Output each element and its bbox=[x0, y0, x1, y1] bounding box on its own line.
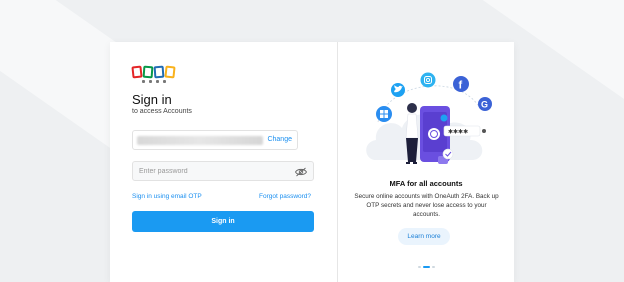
mfa-illustration: ✱✱✱✱ f G bbox=[366, 72, 492, 164]
email-field: Change bbox=[132, 130, 298, 150]
signin-panel: Sign in to access Accounts Change Sign i… bbox=[110, 42, 338, 282]
email-otp-link[interactable]: Sign in using email OTP bbox=[132, 193, 202, 200]
forgot-password-link[interactable]: Forgot password? bbox=[259, 193, 311, 200]
svg-text:✱✱✱✱: ✱✱✱✱ bbox=[448, 129, 468, 136]
redacted-email bbox=[137, 136, 263, 145]
fingerprint-icon bbox=[428, 128, 440, 140]
promo-description: Secure online accounts with OneAuth 2FA.… bbox=[354, 193, 499, 218]
sign-in-button[interactable]: Sign in bbox=[132, 211, 314, 232]
instagram-icon bbox=[420, 72, 436, 88]
carousel-dot[interactable] bbox=[432, 266, 435, 268]
carousel-dot-active[interactable] bbox=[423, 266, 430, 268]
learn-more-button[interactable]: Learn more bbox=[398, 228, 450, 245]
password-field-wrapper bbox=[132, 161, 314, 181]
promo-panel: ✱✱✱✱ f G MFA for all accounts Secure onl… bbox=[338, 42, 514, 282]
page-subtitle: to access Accounts bbox=[132, 108, 192, 115]
change-account-link[interactable]: Change bbox=[267, 136, 292, 143]
signin-card: Sign in to access Accounts Change Sign i… bbox=[110, 42, 514, 282]
logo-wordmark bbox=[142, 80, 166, 84]
twitter-icon bbox=[391, 83, 405, 97]
page-title: Sign in bbox=[132, 92, 172, 107]
zoho-logo bbox=[131, 65, 176, 86]
promo-title: MFA for all accounts bbox=[389, 179, 463, 188]
password-field[interactable] bbox=[139, 166, 279, 177]
svg-text:G: G bbox=[481, 100, 488, 110]
eye-slash-icon[interactable] bbox=[295, 167, 307, 177]
carousel-indicator bbox=[418, 266, 435, 268]
google-icon: G bbox=[478, 97, 492, 111]
svg-text:f: f bbox=[459, 80, 463, 92]
facebook-icon: f bbox=[453, 76, 469, 92]
windows-icon bbox=[376, 106, 392, 122]
carousel-dot[interactable] bbox=[418, 266, 421, 268]
